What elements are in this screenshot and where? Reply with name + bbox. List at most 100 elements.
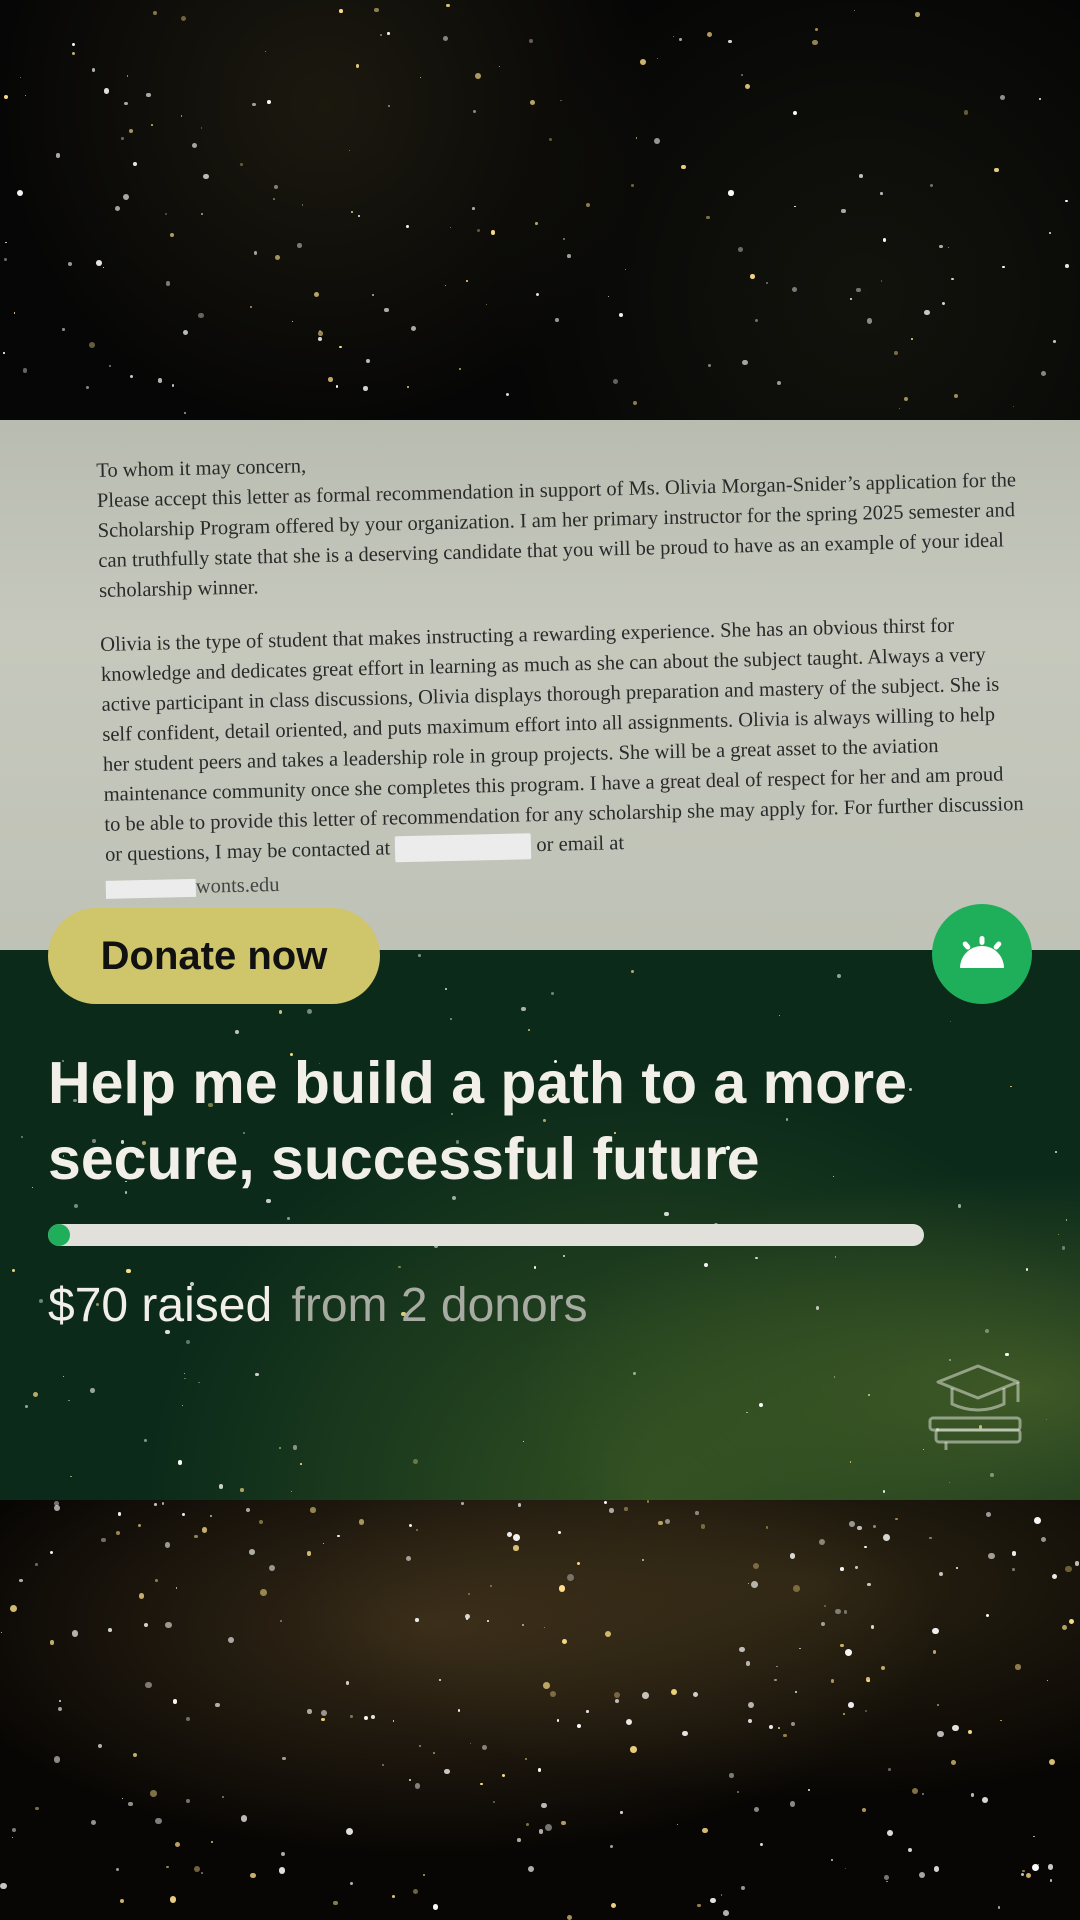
star-decoration (138, 1593, 145, 1599)
star-decoration (921, 1792, 925, 1795)
star-decoration (742, 359, 748, 366)
star-decoration (728, 190, 734, 196)
star-decoration (1012, 1567, 1015, 1571)
star-decoration (185, 1340, 190, 1345)
star-decoration (107, 1628, 112, 1633)
donate-now-button[interactable]: Donate now (48, 908, 380, 1004)
star-decoration (3, 258, 8, 262)
star-decoration (765, 1526, 769, 1529)
star-decoration (53, 1756, 61, 1763)
star-decoration (1065, 264, 1070, 269)
star-decoration (465, 279, 469, 283)
star-decoration (171, 384, 175, 387)
star-decoration (1000, 1719, 1002, 1722)
star-decoration (85, 386, 89, 390)
star-decoration (477, 228, 481, 233)
star-decoration (350, 1714, 353, 1718)
star-decoration (834, 1256, 837, 1258)
star-decoration (439, 1678, 442, 1682)
star-decoration (183, 1377, 186, 1380)
star-decoration (282, 1757, 286, 1761)
star-decoration (358, 1519, 365, 1525)
gofundme-logo-icon[interactable] (932, 904, 1032, 1004)
star-decoration (706, 31, 712, 37)
star-decoration (633, 1372, 637, 1376)
star-decoration (769, 1725, 774, 1730)
star-decoration (191, 142, 197, 148)
star-decoration (776, 380, 782, 386)
star-decoration (259, 1589, 267, 1596)
star-decoration (292, 1445, 298, 1450)
letter-paragraph-1: Please accept this letter as formal reco… (96, 469, 1017, 602)
star-decoration (185, 1717, 190, 1722)
star-decoration (25, 94, 27, 97)
star-decoration (948, 1481, 951, 1483)
star-decoration (505, 393, 509, 397)
star-decoration (863, 1545, 867, 1549)
star-decoration (240, 1815, 248, 1822)
star-decoration (274, 255, 280, 261)
star-decoration (310, 1507, 316, 1513)
star-decoration (32, 1186, 34, 1188)
star-decoration (486, 303, 488, 305)
star-decoration (794, 205, 796, 208)
star-decoration (747, 1582, 749, 1585)
star-decoration (154, 1579, 158, 1583)
star-decoration (895, 1517, 898, 1520)
star-decoration (391, 1894, 395, 1899)
starfield-background-bottom (0, 1500, 1080, 1920)
star-decoration (120, 1898, 125, 1903)
star-decoration (337, 1534, 340, 1538)
star-decoration (545, 1823, 553, 1831)
star-decoration (328, 376, 334, 382)
star-decoration (19, 76, 21, 78)
star-decoration (963, 109, 969, 115)
star-decoration (222, 1795, 225, 1799)
star-decoration (0, 1631, 3, 1634)
star-decoration (560, 99, 562, 102)
star-decoration (970, 1793, 975, 1797)
star-decoration (393, 1720, 395, 1722)
star-decoration (182, 330, 188, 336)
star-decoration (72, 42, 76, 46)
star-decoration (384, 307, 389, 312)
star-decoration (520, 1006, 526, 1012)
star-decoration (16, 190, 23, 197)
star-decoration (1045, 1418, 1047, 1421)
star-decoration (708, 364, 712, 368)
star-decoration (442, 35, 448, 41)
recommendation-letter-image: To whom it may concern, Please accept th… (0, 420, 1080, 950)
star-decoration (872, 1524, 876, 1529)
star-decoration (133, 162, 138, 167)
star-decoration (671, 1688, 678, 1695)
star-decoration (406, 225, 410, 229)
star-decoration (387, 32, 390, 35)
star-decoration (639, 59, 646, 66)
star-decoration (533, 1266, 536, 1269)
star-decoration (103, 87, 110, 94)
star-decoration (841, 208, 847, 214)
star-decoration (820, 1622, 825, 1627)
star-decoration (414, 1783, 420, 1789)
star-decoration (911, 338, 913, 340)
star-decoration (947, 246, 950, 249)
star-decoration (830, 1679, 834, 1683)
star-decoration (355, 63, 360, 68)
star-decoration (883, 1874, 889, 1880)
star-decoration (867, 1582, 871, 1587)
star-decoration (374, 7, 380, 13)
star-decoration (830, 1858, 833, 1861)
star-decoration (994, 167, 1000, 173)
star-decoration (240, 162, 244, 166)
star-decoration (128, 1801, 133, 1806)
star-decoration (443, 1768, 450, 1775)
star-decoration (968, 1729, 973, 1735)
star-decoration (240, 1488, 245, 1492)
donor-count: from 2 donors (291, 1279, 588, 1332)
star-decoration (1065, 1565, 1072, 1573)
star-decoration (153, 11, 158, 16)
star-decoration (279, 1447, 282, 1450)
star-decoration (609, 1844, 614, 1849)
star-decoration (929, 1536, 932, 1540)
star-decoration (132, 1753, 137, 1758)
